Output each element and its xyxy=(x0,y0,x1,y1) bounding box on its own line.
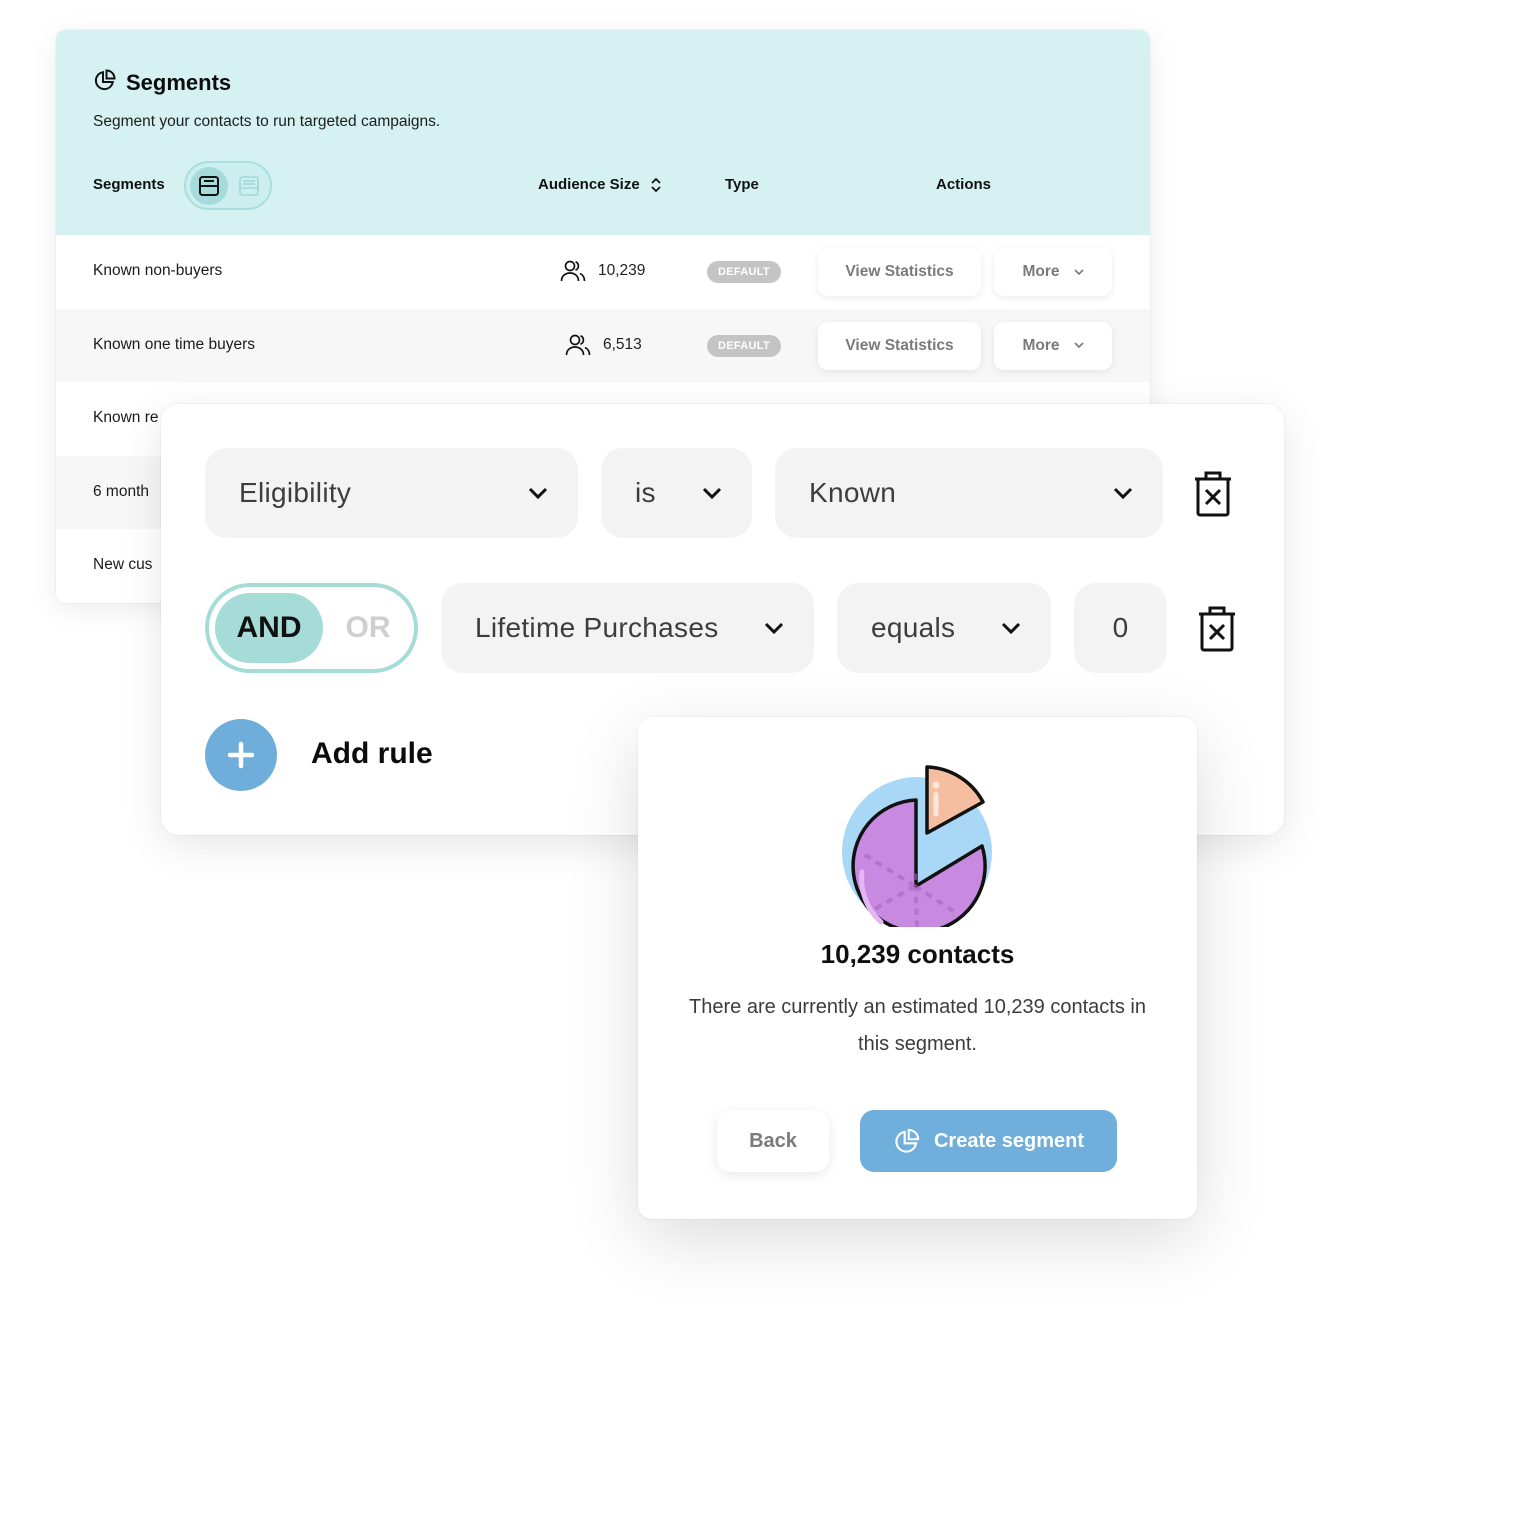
chevron-down-icon xyxy=(1073,268,1084,275)
contacts-description: There are currently an estimated 10,239 … xyxy=(689,996,1146,1055)
segments-header: Segments Segment your contacts to run ta… xyxy=(56,30,1150,235)
more-button[interactable]: More xyxy=(994,248,1112,296)
chevron-down-icon xyxy=(1073,342,1084,349)
segment-estimate-modal: 10,239 contacts There are currently an e… xyxy=(638,717,1197,1219)
column-header-actions: Actions xyxy=(936,176,992,193)
more-button[interactable]: More xyxy=(994,321,1112,370)
chevron-down-icon xyxy=(702,487,722,499)
sort-icon[interactable] xyxy=(650,176,662,194)
users-icon xyxy=(565,334,591,355)
audience-count: 10,239 xyxy=(598,262,646,279)
rule1-value: Known xyxy=(809,477,897,508)
rule1-value-select[interactable]: Known xyxy=(775,448,1163,538)
more-label: More xyxy=(1022,336,1060,354)
column-header-segments: Segments xyxy=(93,176,165,193)
segment-name: New cus xyxy=(93,556,153,573)
back-button[interactable]: Back xyxy=(717,1110,829,1172)
segment-name: Known one time buyers xyxy=(93,335,255,353)
pie-illustration xyxy=(837,762,997,934)
rule1-operator-select[interactable]: is xyxy=(601,448,752,538)
rule2-operator-value: equals xyxy=(871,612,956,643)
and-or-toggle[interactable]: AND OR xyxy=(205,583,418,673)
add-rule-label[interactable]: Add rule xyxy=(311,737,433,771)
list-view-option[interactable] xyxy=(230,167,268,205)
plus-icon xyxy=(227,741,255,769)
column-header-type: Type xyxy=(725,176,759,193)
page-subtitle: Segment your contacts to run targeted ca… xyxy=(93,113,441,130)
pie-chart-icon xyxy=(93,68,117,97)
audience-size: 6,513 xyxy=(565,333,642,357)
create-segment-label: Create segment xyxy=(933,1129,1085,1152)
rule2-field-select[interactable]: Lifetime Purchases xyxy=(441,583,814,673)
card-view-icon xyxy=(199,176,219,196)
add-rule-button[interactable] xyxy=(205,719,277,791)
create-segment-button[interactable]: Create segment xyxy=(860,1110,1117,1172)
chevron-down-icon xyxy=(764,622,784,634)
rule1-operator-value: is xyxy=(635,477,656,508)
audience-size: 10,239 xyxy=(560,259,645,283)
table-row[interactable]: Known non-buyers 10,239 DEFAULT View Sta… xyxy=(56,235,1150,309)
chevron-down-icon xyxy=(528,487,548,499)
page-title-text: Segments xyxy=(126,69,232,95)
page-title: Segments xyxy=(93,68,231,97)
view-statistics-button[interactable]: View Statistics xyxy=(818,321,981,370)
segment-name: Known re xyxy=(93,409,159,426)
rule1-field-select[interactable]: Eligibility xyxy=(205,448,578,538)
view-statistics-button[interactable]: View Statistics xyxy=(818,248,981,296)
rule1-field-value: Eligibility xyxy=(239,477,352,508)
delete-rule-icon[interactable] xyxy=(1197,605,1237,653)
users-icon xyxy=(560,260,586,282)
rule2-field-value: Lifetime Purchases xyxy=(475,612,719,643)
and-option[interactable]: AND xyxy=(215,593,323,663)
card-view-option[interactable] xyxy=(190,167,228,205)
audience-count: 6,513 xyxy=(603,335,642,353)
delete-rule-icon[interactable] xyxy=(1193,470,1233,518)
list-view-icon xyxy=(239,176,259,196)
type-badge: DEFAULT xyxy=(707,334,781,357)
rule2-value-input[interactable]: 0 xyxy=(1074,583,1167,673)
view-toggle[interactable] xyxy=(184,161,272,210)
or-option[interactable]: OR xyxy=(333,593,403,663)
rule2-operator-select[interactable]: equals xyxy=(837,583,1051,673)
type-badge: DEFAULT xyxy=(707,261,781,283)
rule2-value: 0 xyxy=(1112,612,1129,643)
table-row[interactable]: Known one time buyers 6,513 DEFAULT View… xyxy=(56,308,1150,382)
contacts-count: 10,239 contacts xyxy=(820,939,1015,969)
more-label: More xyxy=(1022,263,1060,280)
segment-name: Known non-buyers xyxy=(93,262,223,279)
chevron-down-icon xyxy=(1001,622,1021,634)
column-header-audience-size[interactable]: Audience Size xyxy=(538,176,662,194)
pie-chart-icon xyxy=(895,1128,920,1153)
chevron-down-icon xyxy=(1113,487,1133,499)
audience-size-label: Audience Size xyxy=(538,176,640,193)
segment-name: 6 month xyxy=(93,482,150,500)
